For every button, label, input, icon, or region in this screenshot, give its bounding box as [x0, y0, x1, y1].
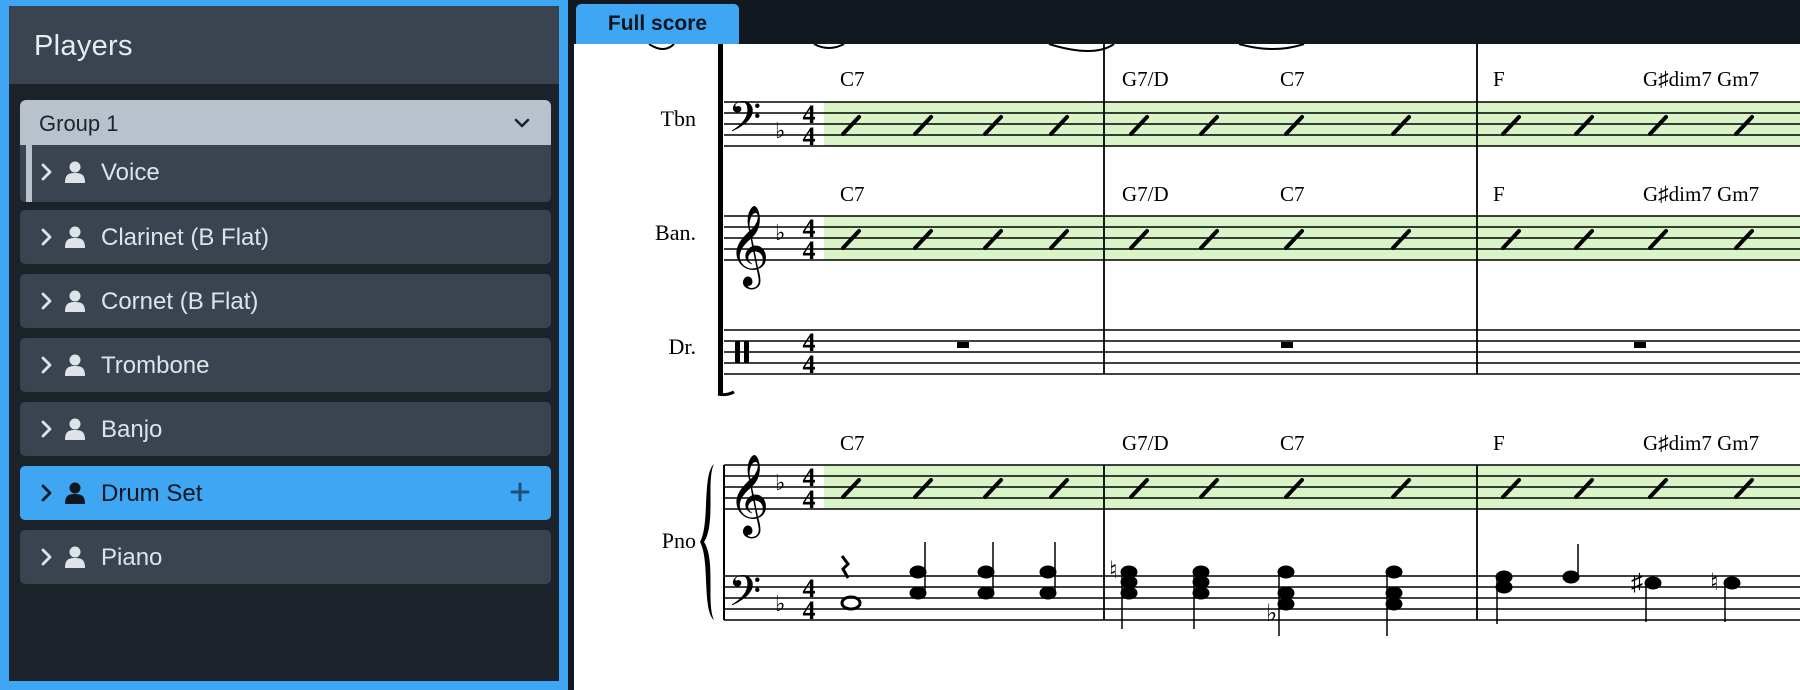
- player-row-trombone[interactable]: Trombone: [20, 338, 551, 392]
- players-header: Players: [9, 6, 559, 84]
- chord-symbol: C7: [1280, 182, 1305, 206]
- plus-icon[interactable]: [509, 481, 531, 503]
- time-signatures: 44 44 44 44 44: [803, 100, 816, 625]
- flat-icon: ♭: [1266, 601, 1277, 627]
- treble-clef: 𝄞: [728, 206, 769, 289]
- chevron-right-icon[interactable]: [38, 289, 56, 313]
- bass-clef: 𝄢: [728, 95, 761, 152]
- player-row-cornet[interactable]: Cornet (B Flat): [20, 274, 551, 328]
- label-ban: Ban.: [655, 220, 696, 245]
- chevron-right-icon[interactable]: [38, 417, 56, 441]
- chord-symbol: F: [1493, 182, 1505, 206]
- player-row-clarinet[interactable]: Clarinet (B Flat): [20, 210, 551, 264]
- chord-symbol: G7/D: [1122, 182, 1169, 206]
- group-header[interactable]: Group 1: [20, 100, 551, 145]
- score-canvas[interactable]: Tbn Ban. Dr. Pno 𝄢 𝄞 𝄞 𝄢 ♭ ♭ ♭ ♭ 44 44 4…: [574, 44, 1800, 690]
- players-title: Players: [34, 30, 133, 62]
- chord-symbol: G7/D: [1122, 431, 1169, 455]
- natural-icon: ♮: [1109, 558, 1118, 584]
- person-icon: [65, 482, 85, 504]
- player-name: Voice: [101, 159, 160, 186]
- label-pno: Pno: [662, 528, 696, 553]
- chord-symbol: F: [1493, 67, 1505, 91]
- piano-bass-notes: [840, 542, 1741, 636]
- tab-bar: Full score: [568, 0, 1800, 44]
- svg-text:4: 4: [803, 596, 816, 625]
- chord-symbol: C7: [840, 67, 865, 91]
- chevron-right-icon[interactable]: [38, 353, 56, 377]
- svg-text:4: 4: [803, 485, 816, 514]
- natural-icon: ♮: [1710, 570, 1719, 596]
- player-name: Cornet (B Flat): [101, 288, 259, 315]
- chord-symbol: G7/D: [1122, 67, 1169, 91]
- player-row-drum-set[interactable]: Drum Set: [20, 466, 551, 520]
- player-name: Drum Set: [101, 480, 203, 507]
- chord-symbol: C7: [1280, 67, 1305, 91]
- tab-full-score[interactable]: Full score: [576, 4, 739, 44]
- chord-symbol: F: [1493, 431, 1505, 455]
- chord-symbol: G♯dim7 Gm7: [1643, 67, 1759, 91]
- player-row-banjo[interactable]: Banjo: [20, 402, 551, 456]
- label-tbn: Tbn: [661, 106, 696, 131]
- quarter-rest: [840, 555, 850, 579]
- chevron-right-icon[interactable]: [38, 160, 56, 184]
- chord-symbol: G♯dim7 Gm7: [1643, 182, 1759, 206]
- person-icon: [65, 546, 85, 568]
- label-dr: Dr.: [669, 334, 697, 359]
- flat-icon: ♭: [775, 470, 785, 495]
- drum-rests: [957, 342, 1646, 348]
- score-view[interactable]: Tbn Ban. Dr. Pno 𝄢 𝄞 𝄞 𝄢 ♭ ♭ ♭ ♭ 4 4 4 4…: [574, 44, 1800, 690]
- chevron-down-icon[interactable]: [511, 112, 533, 134]
- player-row-voice[interactable]: Voice: [20, 145, 551, 202]
- player-name: Banjo: [101, 416, 163, 443]
- svg-text:4: 4: [803, 236, 816, 265]
- flat-icon: ♭: [775, 220, 785, 245]
- person-icon: [65, 226, 85, 248]
- chevron-right-icon[interactable]: [38, 481, 56, 505]
- staff-dr: [724, 329, 1800, 375]
- player-name: Clarinet (B Flat): [101, 224, 270, 251]
- system-bracket: [718, 44, 723, 394]
- person-icon: [65, 354, 85, 376]
- player-row-piano[interactable]: Piano: [20, 530, 551, 584]
- players-panel: Players Group 1 Voice Clarinet (B Flat) …: [0, 0, 568, 690]
- person-icon: [65, 418, 85, 440]
- flat-icon: ♭: [775, 118, 785, 143]
- chord-symbol: G♯dim7 Gm7: [1643, 431, 1759, 455]
- sharp-icon: ♯: [1631, 570, 1643, 596]
- bass-clef: 𝄢: [728, 569, 761, 626]
- chevron-right-icon[interactable]: [38, 225, 56, 249]
- group-label: Group 1: [39, 111, 119, 136]
- chord-symbol: C7: [840, 431, 865, 455]
- piano-brace: [700, 464, 714, 620]
- person-icon: [65, 161, 85, 183]
- flat-icon: ♭: [775, 591, 785, 616]
- svg-text:4: 4: [803, 350, 816, 379]
- treble-clef: 𝄞: [728, 455, 769, 538]
- person-icon: [65, 290, 85, 312]
- tie-marks: [648, 44, 1305, 52]
- chevron-right-icon[interactable]: [38, 545, 56, 569]
- group-indicator-bar: [26, 145, 32, 202]
- chord-symbol: C7: [840, 182, 865, 206]
- player-name: Trombone: [101, 352, 210, 379]
- svg-text:4: 4: [803, 122, 816, 151]
- chord-symbol: C7: [1280, 431, 1305, 455]
- player-name: Piano: [101, 544, 163, 571]
